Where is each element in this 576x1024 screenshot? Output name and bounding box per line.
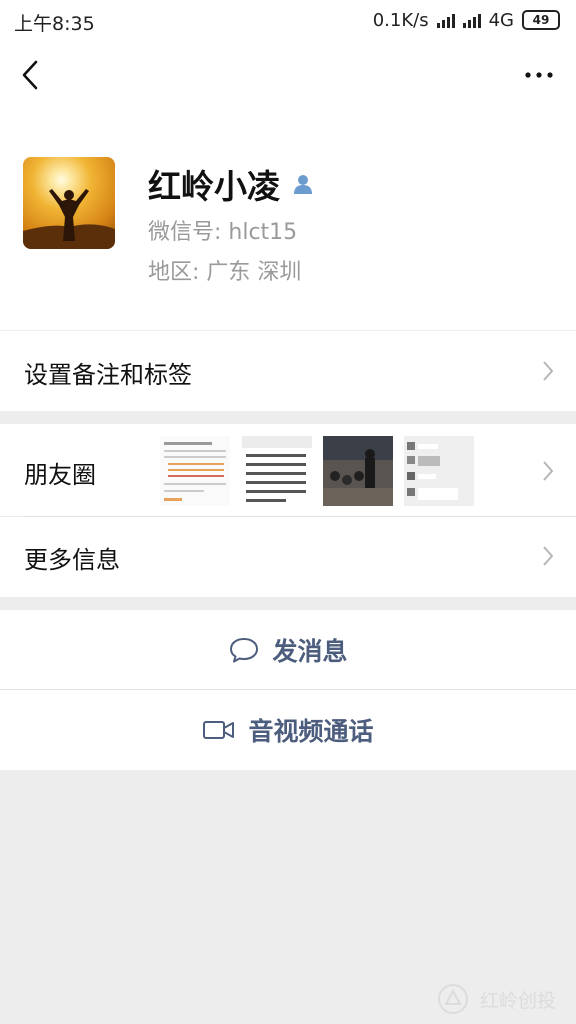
chevron-left-icon[interactable] bbox=[16, 58, 46, 92]
top-nav bbox=[0, 40, 576, 110]
watermark: 红岭创投 bbox=[436, 982, 556, 1016]
status-indicators: 0.1K/s 4G 49 bbox=[373, 9, 560, 31]
chevron-right-icon bbox=[543, 361, 553, 381]
moments-thumbnail bbox=[404, 436, 474, 506]
more-info-label: 更多信息 bbox=[24, 546, 120, 574]
moments-thumbnail bbox=[323, 436, 393, 506]
send-message-label: 发消息 bbox=[272, 637, 348, 666]
profile-name-text: 红岭小凌 bbox=[148, 167, 280, 206]
moments-label: 朋友圈 bbox=[24, 461, 96, 489]
wechat-id: 微信号: hlct15 bbox=[148, 220, 298, 245]
network-type: 4G bbox=[488, 9, 514, 31]
send-message-button[interactable]: 发消息 bbox=[0, 610, 576, 690]
video-camera-icon bbox=[203, 721, 235, 739]
signal-icon-2 bbox=[462, 12, 481, 28]
video-call-button[interactable]: 音视频通话 bbox=[0, 690, 576, 770]
battery-icon: 49 bbox=[522, 10, 560, 30]
more-info-row[interactable]: 更多信息 bbox=[0, 517, 576, 597]
avatar[interactable] bbox=[23, 157, 115, 249]
status-time: 上午8:35 bbox=[14, 13, 95, 35]
moments-thumbnail bbox=[242, 436, 312, 506]
more-dots-icon[interactable] bbox=[522, 64, 556, 86]
moments-thumbnail bbox=[160, 436, 230, 506]
remark-tags-row[interactable]: 设置备注和标签 bbox=[0, 331, 576, 411]
remark-tags-label: 设置备注和标签 bbox=[24, 361, 192, 389]
chat-bubble-icon bbox=[230, 638, 259, 663]
profile-card: 红岭小凌 微信号: hlct15 地区: 广东 深圳 bbox=[0, 110, 576, 330]
moments-row[interactable]: 朋友圈 bbox=[0, 424, 576, 516]
network-speed: 0.1K/s bbox=[372, 9, 429, 31]
chevron-right-icon bbox=[543, 546, 553, 566]
region: 地区: 广东 深圳 bbox=[148, 260, 302, 285]
signal-icon bbox=[436, 12, 455, 28]
watermark-logo-icon bbox=[437, 984, 468, 1014]
profile-name: 红岭小凌 bbox=[148, 160, 314, 208]
video-call-label: 音视频通话 bbox=[248, 717, 374, 746]
person-icon bbox=[294, 175, 312, 194]
watermark-text: 红岭创投 bbox=[479, 989, 556, 1012]
status-bar: 上午8:35 0.1K/s 4G 49 bbox=[0, 0, 576, 40]
chevron-right-icon bbox=[543, 461, 553, 481]
